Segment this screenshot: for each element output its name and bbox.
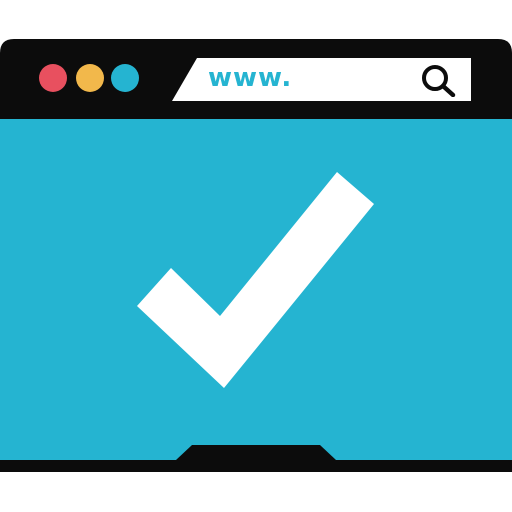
base-notch: [176, 445, 336, 460]
address-bar-url[interactable]: www.: [208, 60, 292, 96]
browser-window: www.: [0, 39, 512, 472]
minimize-dot[interactable]: [76, 64, 104, 92]
checkmark-icon: [137, 172, 374, 388]
close-dot[interactable]: [39, 64, 67, 92]
maximize-dot[interactable]: [111, 64, 139, 92]
search-icon[interactable]: [420, 63, 456, 97]
